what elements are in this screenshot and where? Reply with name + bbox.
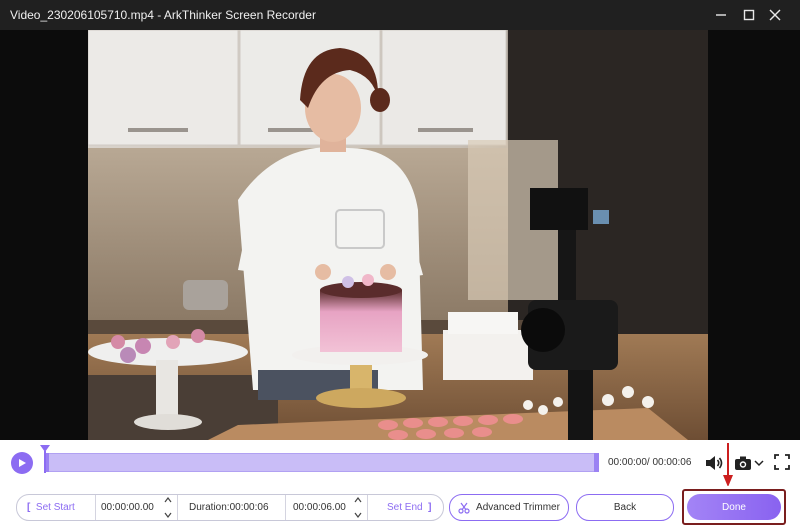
timeline-track[interactable] (44, 453, 599, 472)
trim-group: [ Set Start 00:00:00.00 Duration:00:00:0… (16, 494, 444, 521)
bracket-left-icon: [ (27, 502, 31, 513)
back-label: Back (613, 502, 637, 513)
video-viewport[interactable] (0, 30, 800, 440)
volume-button[interactable] (704, 454, 724, 472)
camera-icon (735, 456, 751, 470)
maximize-icon (743, 9, 755, 21)
volume-icon (706, 456, 723, 470)
done-label: Done (722, 501, 746, 513)
duration-value: Duration:00:00:06 (189, 502, 269, 513)
end-time-value: 00:00:06.00 (293, 502, 346, 513)
minimize-icon (716, 14, 726, 16)
trim-controls-bar: [ Set Start 00:00:00.00 Duration:00:00:0… (0, 486, 800, 532)
back-button[interactable]: Back (576, 494, 674, 521)
fullscreen-button[interactable] (773, 453, 791, 471)
timeline-bar: 00:00:00/ 00:00:06 (0, 440, 800, 486)
advanced-trimmer-label: Advanced Trimmer (476, 502, 560, 513)
chevron-down-icon (164, 512, 172, 518)
scissors-icon (458, 502, 470, 514)
chevron-down-icon (754, 460, 764, 467)
time-readout: 00:00:00/ 00:00:06 (608, 457, 692, 468)
close-icon (769, 9, 781, 21)
set-start-button[interactable]: [ Set Start (27, 495, 75, 520)
play-button[interactable] (11, 452, 33, 474)
start-time-value: 00:00:00.00 (101, 502, 154, 513)
minimize-button[interactable] (706, 0, 736, 30)
title-bar: Video_230206105710.mp4 - ArkThinker Scre… (0, 0, 800, 30)
set-end-label: Set End (387, 502, 423, 513)
playhead[interactable] (40, 445, 50, 475)
snapshot-button[interactable] (733, 454, 753, 472)
set-end-button[interactable]: Set End ] (387, 495, 432, 520)
play-icon (19, 459, 26, 467)
video-frame (88, 30, 708, 440)
chevron-down-icon (354, 512, 362, 518)
end-time-stepper[interactable] (353, 497, 363, 518)
arrow-annotation-icon (723, 443, 733, 487)
chevron-up-icon (354, 497, 362, 503)
end-time-field[interactable]: 00:00:06.00 (293, 495, 346, 520)
done-highlight-box: Done (682, 489, 786, 525)
window-title: Video_230206105710.mp4 - ArkThinker Scre… (10, 8, 316, 22)
chevron-up-icon (164, 497, 172, 503)
done-button[interactable]: Done (687, 494, 781, 520)
snapshot-options-button[interactable] (753, 456, 765, 470)
set-start-label: Set Start (35, 502, 75, 513)
start-time-field[interactable]: 00:00:00.00 (101, 495, 154, 520)
advanced-trimmer-button[interactable]: Advanced Trimmer (449, 494, 569, 521)
trim-end-handle[interactable] (594, 453, 599, 472)
duration-display: Duration:00:00:06 (189, 495, 269, 520)
close-button[interactable] (760, 0, 790, 30)
video-still-image (88, 30, 708, 440)
fullscreen-icon (774, 454, 790, 470)
bracket-right-icon: ] (428, 502, 432, 513)
start-time-stepper[interactable] (163, 497, 173, 518)
